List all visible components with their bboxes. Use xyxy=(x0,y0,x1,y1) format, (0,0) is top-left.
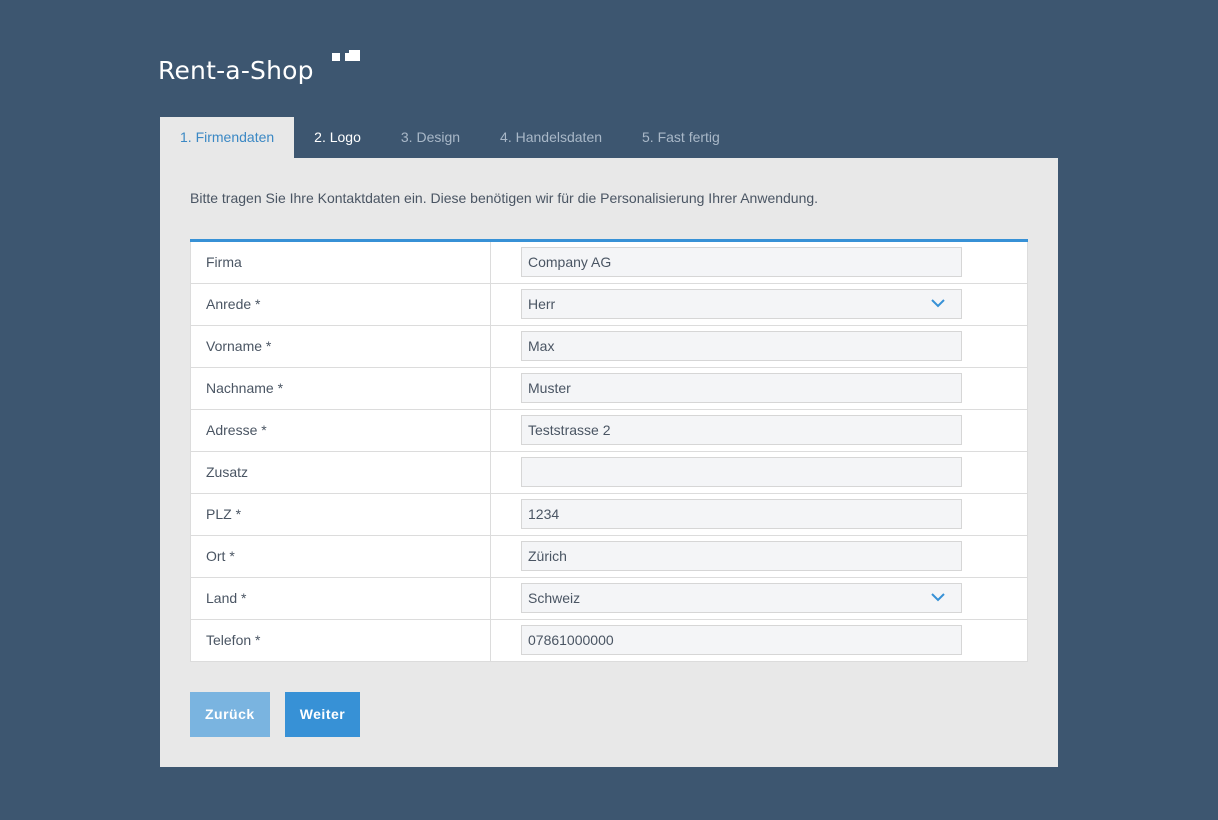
column-divider xyxy=(490,284,491,325)
wizard-tabs: 1. Firmendaten 2. Logo 3. Design 4. Hand… xyxy=(160,117,740,158)
column-divider xyxy=(490,578,491,619)
land-select[interactable]: Schweiz xyxy=(521,583,962,613)
form-row-zusatz: Zusatz xyxy=(190,452,1028,494)
intro-text: Bitte tragen Sie Ihre Kontaktdaten ein. … xyxy=(190,190,819,206)
field-label: Ort * xyxy=(206,548,235,564)
column-divider xyxy=(490,620,491,661)
tab-logo[interactable]: 2. Logo xyxy=(294,117,381,158)
field-label: PLZ * xyxy=(206,506,242,522)
field-label: Vorname * xyxy=(206,338,272,354)
brand-logo: Rent-a-Shop xyxy=(158,50,368,90)
next-button[interactable]: Weiter xyxy=(284,692,361,737)
form-actions: Zurück Weiter xyxy=(190,692,361,737)
field-label: Land * xyxy=(206,590,247,606)
column-divider xyxy=(490,452,491,493)
form-row-firma: Firma Company AG xyxy=(190,242,1028,284)
field-value: Muster xyxy=(528,380,571,396)
tab-design[interactable]: 3. Design xyxy=(381,117,480,158)
field-value: Teststrasse 2 xyxy=(528,422,611,438)
chevron-down-icon xyxy=(931,593,945,602)
field-label: Firma xyxy=(206,254,242,270)
tab-fast-fertig[interactable]: 5. Fast fertig xyxy=(622,117,740,158)
telefon-input[interactable]: 07861000000 xyxy=(521,625,962,655)
field-label: Anrede * xyxy=(206,296,261,312)
content-panel: Bitte tragen Sie Ihre Kontaktdaten ein. … xyxy=(160,158,1058,767)
logo-square-small-1 xyxy=(332,53,340,61)
tab-firmendaten[interactable]: 1. Firmendaten xyxy=(160,117,295,158)
column-divider xyxy=(490,494,491,535)
logo-square-large xyxy=(349,50,360,61)
back-button[interactable]: Zurück xyxy=(190,692,270,737)
form-row-ort: Ort * Zürich xyxy=(190,536,1028,578)
brand-name: Rent-a-Shop xyxy=(158,56,314,85)
form-row-nachname: Nachname * Muster xyxy=(190,368,1028,410)
form-row-adresse: Adresse * Teststrasse 2 xyxy=(190,410,1028,452)
field-label: Zusatz xyxy=(206,464,249,480)
plz-input[interactable]: 1234 xyxy=(521,499,962,529)
form-row-vorname: Vorname * Max xyxy=(190,326,1028,368)
field-value: Zürich xyxy=(528,548,567,564)
field-label: Nachname * xyxy=(206,380,284,396)
field-label: Adresse * xyxy=(206,422,267,438)
field-label: Telefon * xyxy=(206,632,261,648)
ort-input[interactable]: Zürich xyxy=(521,541,962,571)
nachname-input[interactable]: Muster xyxy=(521,373,962,403)
form-row-telefon: Telefon * 07861000000 xyxy=(190,620,1028,662)
field-value: 1234 xyxy=(528,506,560,522)
column-divider xyxy=(490,242,491,283)
field-value: Company AG xyxy=(528,254,612,270)
chevron-down-icon xyxy=(931,299,945,308)
tab-handelsdaten[interactable]: 4. Handelsdaten xyxy=(480,117,622,158)
form-row-plz: PLZ * 1234 xyxy=(190,494,1028,536)
field-value: 07861000000 xyxy=(528,632,614,648)
form-row-land: Land * Schweiz xyxy=(190,578,1028,620)
adresse-input[interactable]: Teststrasse 2 xyxy=(521,415,962,445)
field-value: Max xyxy=(528,338,555,354)
vorname-input[interactable]: Max xyxy=(521,331,962,361)
field-value: Herr xyxy=(528,296,556,312)
firma-input[interactable]: Company AG xyxy=(521,247,962,277)
contact-form: Firma Company AG Anrede * Herr Vorname *… xyxy=(190,239,1028,662)
anrede-select[interactable]: Herr xyxy=(521,289,962,319)
column-divider xyxy=(490,410,491,451)
column-divider xyxy=(490,326,491,367)
field-value: Schweiz xyxy=(528,590,581,606)
form-row-anrede: Anrede * Herr xyxy=(190,284,1028,326)
column-divider xyxy=(490,536,491,577)
zusatz-input[interactable] xyxy=(521,457,962,487)
column-divider xyxy=(490,368,491,409)
